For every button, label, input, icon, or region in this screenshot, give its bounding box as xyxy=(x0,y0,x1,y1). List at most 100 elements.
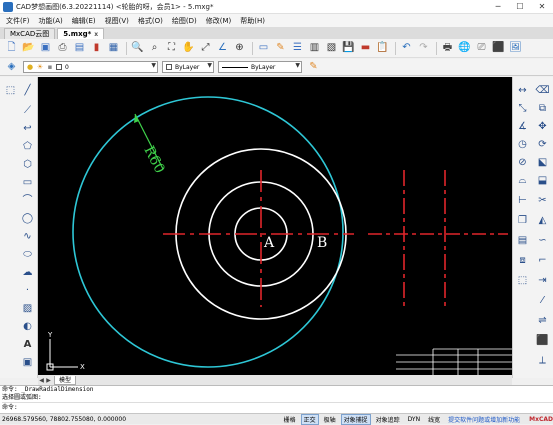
dyn-toggle[interactable]: DYN xyxy=(405,415,423,424)
ortho-toggle[interactable]: 正交 xyxy=(300,413,319,425)
prev-sheet-arrow[interactable]: ◀ xyxy=(38,377,45,384)
color-select[interactable]: ByLayer ▼ xyxy=(162,61,214,73)
line-icon[interactable]: ╱ xyxy=(20,83,35,98)
maximize-button[interactable]: ☐ xyxy=(509,0,531,14)
arc-3pt-icon[interactable]: ⌒ xyxy=(20,193,35,208)
dimension-aligned-icon[interactable]: ⤡ xyxy=(515,101,530,116)
menu-view[interactable]: 视图(V) xyxy=(105,16,129,26)
layer-properties-icon[interactable]: ▭ xyxy=(256,41,271,56)
linetype-select[interactable]: ByLayer ▼ xyxy=(218,61,302,73)
trim-icon[interactable]: ✂ xyxy=(535,193,550,208)
tab-drawing[interactable]: 5.mxg* x xyxy=(57,28,105,39)
extend-icon[interactable]: ⇥ xyxy=(535,273,550,288)
properties-list-icon[interactable]: ☰ xyxy=(290,41,305,56)
print-preview-icon[interactable]: ⎙ xyxy=(55,41,70,56)
table-icon[interactable]: ▧ xyxy=(324,41,339,56)
zoom-previous-icon[interactable]: ⤢ xyxy=(198,41,213,56)
dimension-radius-icon[interactable]: ◷ xyxy=(515,137,530,152)
menu-file[interactable]: 文件(F) xyxy=(6,16,30,26)
match-pencil-icon[interactable]: ✎ xyxy=(273,41,288,56)
array-icon[interactable]: ▤ xyxy=(515,233,530,248)
pan-hand-icon[interactable]: ✋ xyxy=(181,41,196,56)
open-folder-icon[interactable]: 📂 xyxy=(21,41,36,56)
circle-icon[interactable]: ◯ xyxy=(20,211,35,226)
save-disk-icon[interactable]: ▦ xyxy=(106,41,121,56)
mirror-icon[interactable]: ◭ xyxy=(535,213,550,228)
save-as-icon[interactable]: ▤ xyxy=(72,41,87,56)
dimension-arc-icon[interactable]: ⌓ xyxy=(515,173,530,188)
polygon-icon[interactable]: ⬠ xyxy=(20,139,35,154)
measure-icon[interactable]: ∠ xyxy=(215,41,230,56)
layer-manager-icon[interactable]: ◈ xyxy=(4,60,19,75)
explode-icon[interactable]: ⬚ xyxy=(515,273,530,288)
zoom-window-icon[interactable]: 🔍 xyxy=(130,41,145,56)
next-sheet-arrow[interactable]: ▶ xyxy=(45,377,52,384)
tab-model[interactable]: 模型 xyxy=(54,375,77,385)
stamp-icon[interactable]: ⎚ xyxy=(474,41,489,56)
minimize-button[interactable]: ─ xyxy=(487,0,509,14)
feedback-link[interactable]: 提交软件问题或增加新功能 xyxy=(445,414,523,425)
tab-cloud[interactable]: MxCAD云图 xyxy=(4,28,56,39)
text-icon[interactable]: A xyxy=(20,337,35,352)
ellipse-icon[interactable]: ⬭ xyxy=(20,247,35,262)
new-file-icon[interactable]: 🗋 xyxy=(4,41,19,56)
arc-icon[interactable]: ↩ xyxy=(20,121,35,136)
stretch-icon[interactable]: ⬓ xyxy=(535,173,550,188)
otrack-toggle[interactable]: 对象追踪 xyxy=(373,414,403,425)
join-icon[interactable]: ⇌ xyxy=(535,313,550,328)
zoom-magnify-icon[interactable]: ⊕ xyxy=(232,41,247,56)
menu-format[interactable]: 格式(O) xyxy=(138,16,163,26)
rotate-icon[interactable]: ⟳ xyxy=(535,137,550,152)
pencil-icon[interactable]: ✎ xyxy=(306,60,321,75)
close-button[interactable]: ✕ xyxy=(531,0,553,14)
menu-function[interactable]: 功能(A) xyxy=(39,16,63,26)
disk-save-icon[interactable]: 💾 xyxy=(341,41,356,56)
menu-help[interactable]: 帮助(H) xyxy=(240,16,265,26)
dimension-diameter-icon[interactable]: ⊘ xyxy=(515,155,530,170)
save-icon[interactable]: ▣ xyxy=(38,41,53,56)
zoom-extents-icon[interactable]: ⛶ xyxy=(164,41,179,56)
copy-icon[interactable]: ⧉ xyxy=(535,101,550,116)
dimension-angular-icon[interactable]: ∡ xyxy=(515,119,530,134)
spline-icon[interactable]: ∿ xyxy=(20,229,35,244)
undo-icon[interactable]: ↶ xyxy=(399,41,414,56)
pentagon-icon[interactable]: ⬡ xyxy=(20,157,35,172)
menu-modify[interactable]: 修改(M) xyxy=(206,16,232,26)
dimension-linear-icon[interactable]: ↔ xyxy=(515,83,530,98)
offset-icon[interactable]: ∽ xyxy=(535,233,550,248)
fillet-icon[interactable]: ⌐ xyxy=(535,253,550,268)
group-icon[interactable]: ⧈ xyxy=(515,253,530,268)
bookmark-icon[interactable]: ▮ xyxy=(89,41,104,56)
clipboard-icon[interactable]: 📋 xyxy=(375,41,390,56)
dimension-baseline-icon[interactable]: ⊢ xyxy=(515,193,530,208)
drawing-canvas[interactable]: R60 A B Y X xyxy=(38,77,512,375)
erase-icon[interactable]: ⌫ xyxy=(535,83,550,98)
command-input[interactable]: 命令: xyxy=(2,402,553,411)
menu-draw[interactable]: 绘图(D) xyxy=(172,16,197,26)
image-icon[interactable]: 🖼 xyxy=(508,41,523,56)
region-icon[interactable]: ◐ xyxy=(20,319,35,334)
point-icon[interactable]: · xyxy=(20,283,35,298)
layer-select[interactable]: ● ☀ ▪ 0 ▼ xyxy=(23,61,158,73)
tab-close-icon[interactable]: x xyxy=(94,31,98,38)
move-icon[interactable]: ✥ xyxy=(535,119,550,134)
chamfer-icon[interactable]: ⟂ xyxy=(535,353,550,368)
select-area-icon[interactable]: ⬚ xyxy=(3,83,18,98)
menu-edit[interactable]: 编辑(E) xyxy=(72,16,96,26)
web-icon[interactable]: 🌐 xyxy=(457,41,472,56)
3d-box-icon[interactable]: ⬛ xyxy=(535,333,550,348)
revcloud-icon[interactable]: ☁ xyxy=(20,265,35,280)
pdf-icon[interactable]: ⬛ xyxy=(491,41,506,56)
zoom-realtime-icon[interactable]: ⌕ xyxy=(147,41,162,56)
scale-icon[interactable]: ⬕ xyxy=(535,155,550,170)
polar-toggle[interactable]: 极轴 xyxy=(321,414,339,425)
osnap-toggle[interactable]: 对象捕捉 xyxy=(340,413,371,425)
lineweight-toggle[interactable]: 线宽 xyxy=(425,414,443,425)
grid-toggle[interactable]: 栅格 xyxy=(281,414,299,425)
rectangle-icon[interactable]: ▭ xyxy=(20,175,35,190)
polyline-icon[interactable]: ⟋ xyxy=(20,103,35,118)
block-icon[interactable]: ▥ xyxy=(307,41,322,56)
layer-stack-icon[interactable]: ❐ xyxy=(515,213,530,228)
note-icon[interactable]: ▬ xyxy=(358,41,373,56)
printer-icon[interactable]: 🖶 xyxy=(440,41,455,56)
